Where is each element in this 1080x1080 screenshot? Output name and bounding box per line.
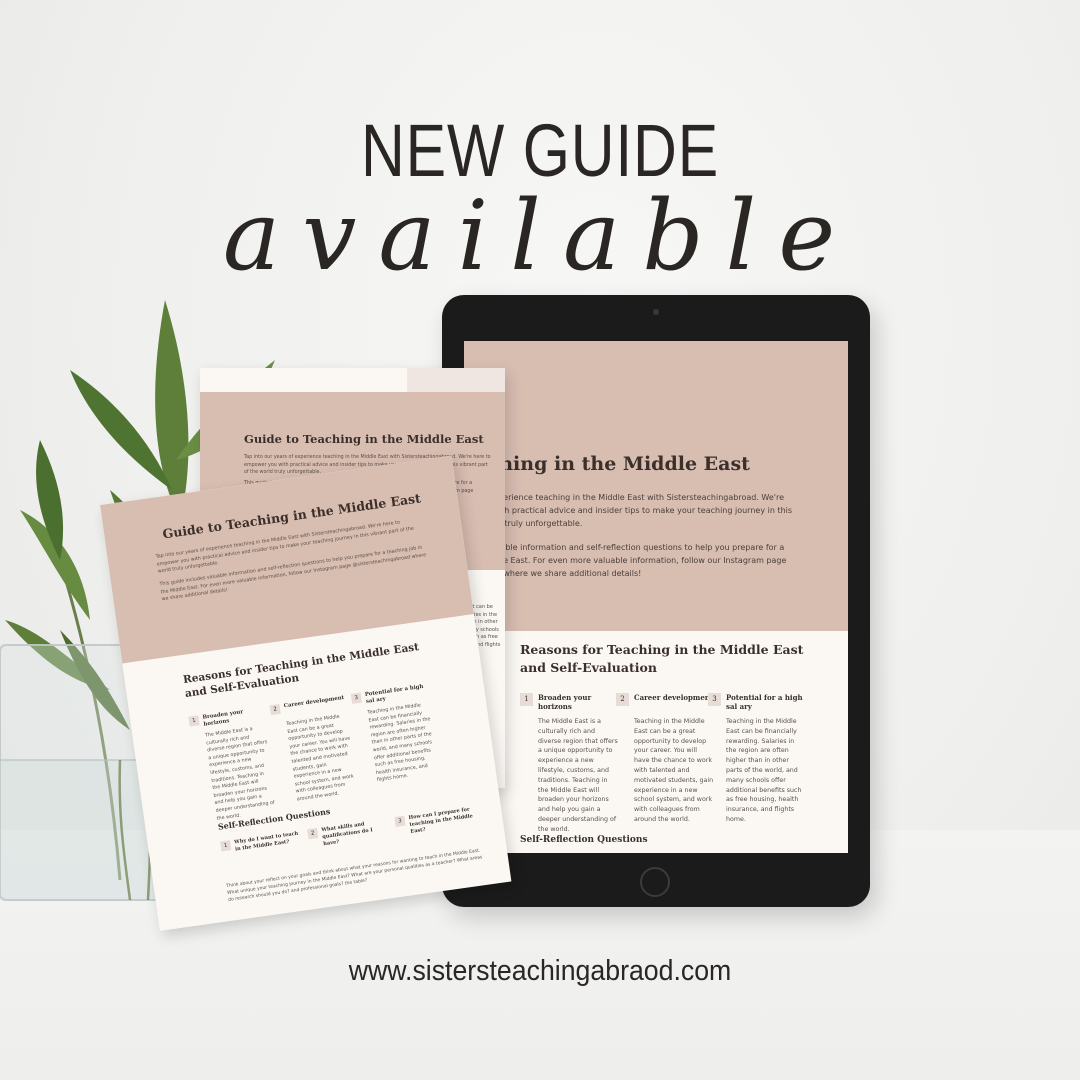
question-title: What skills and qualifications do I have… [321,821,374,848]
reason-number: 1 [188,715,200,727]
reason-title: Potential for a high sal ary [726,693,803,711]
reason-body: The Middle East is a culturally rich and… [204,726,275,822]
question-number: 3 [394,815,406,827]
question-number: 1 [220,840,232,852]
reason-title: Broaden your horizons [538,693,592,711]
guide-intro-1: Tap into our years of experience teachin… [464,493,793,528]
reason-number: 3 [350,692,363,704]
page-corner [407,368,505,392]
question-title: How can I prepare for teaching in the Mi… [408,806,474,835]
camera-icon [653,309,659,315]
reason-2: 2 Career development Teaching in the Mid… [269,695,354,802]
website-url[interactable]: www.sistersteachingabraod.com [43,955,1037,988]
reason-1: 1 Broaden your horizons The Middle East … [188,706,275,821]
reason-body: Teaching in the Middle East can be finan… [726,718,802,823]
section-title: Reasons for Teaching in the Middle East … [520,642,804,675]
reason-number: 2 [269,703,281,716]
question-1: 1 Why do I want to teach in the Middle E… [220,830,299,852]
question-title: Why do I want to teach in the Middle Eas… [233,830,299,853]
reason-body: Teaching in the Middle East can be a gre… [634,718,714,823]
reason-title: Career development [634,693,714,702]
reason-3: 3 Potential for a high sal ary Teaching … [350,683,432,783]
reason-number: 1 [520,693,533,706]
reason-number: 2 [616,693,629,706]
reason-title: Career development [283,694,345,710]
guide-page-front: Guide to Teaching in the Middle East Tap… [100,455,512,931]
self-reflection-title: Self-Reflection Questions [520,835,648,845]
tablet-device: Guide to Teaching in the Middle East Tap… [442,295,870,907]
guide-intro-2: This guide includes valuable information… [464,543,787,578]
reason-number: 3 [708,693,721,706]
question-3: 3 How can I prepare for teaching in the … [394,806,473,835]
question-2: 2 What skills and qualifications do I ha… [307,818,386,847]
reason-body: The Middle East is a culturally rich and… [538,718,618,833]
reason-body: Teaching in the Middle East can be finan… [367,703,433,784]
home-button [640,867,670,897]
question-number: 2 [307,827,319,840]
guide-title: Guide to Teaching in the Middle East [244,432,484,446]
tablet-screen: Guide to Teaching in the Middle East Tap… [464,341,848,853]
reason-body: Teaching in the Middle East can be a gre… [286,714,355,803]
header-band [464,341,848,631]
